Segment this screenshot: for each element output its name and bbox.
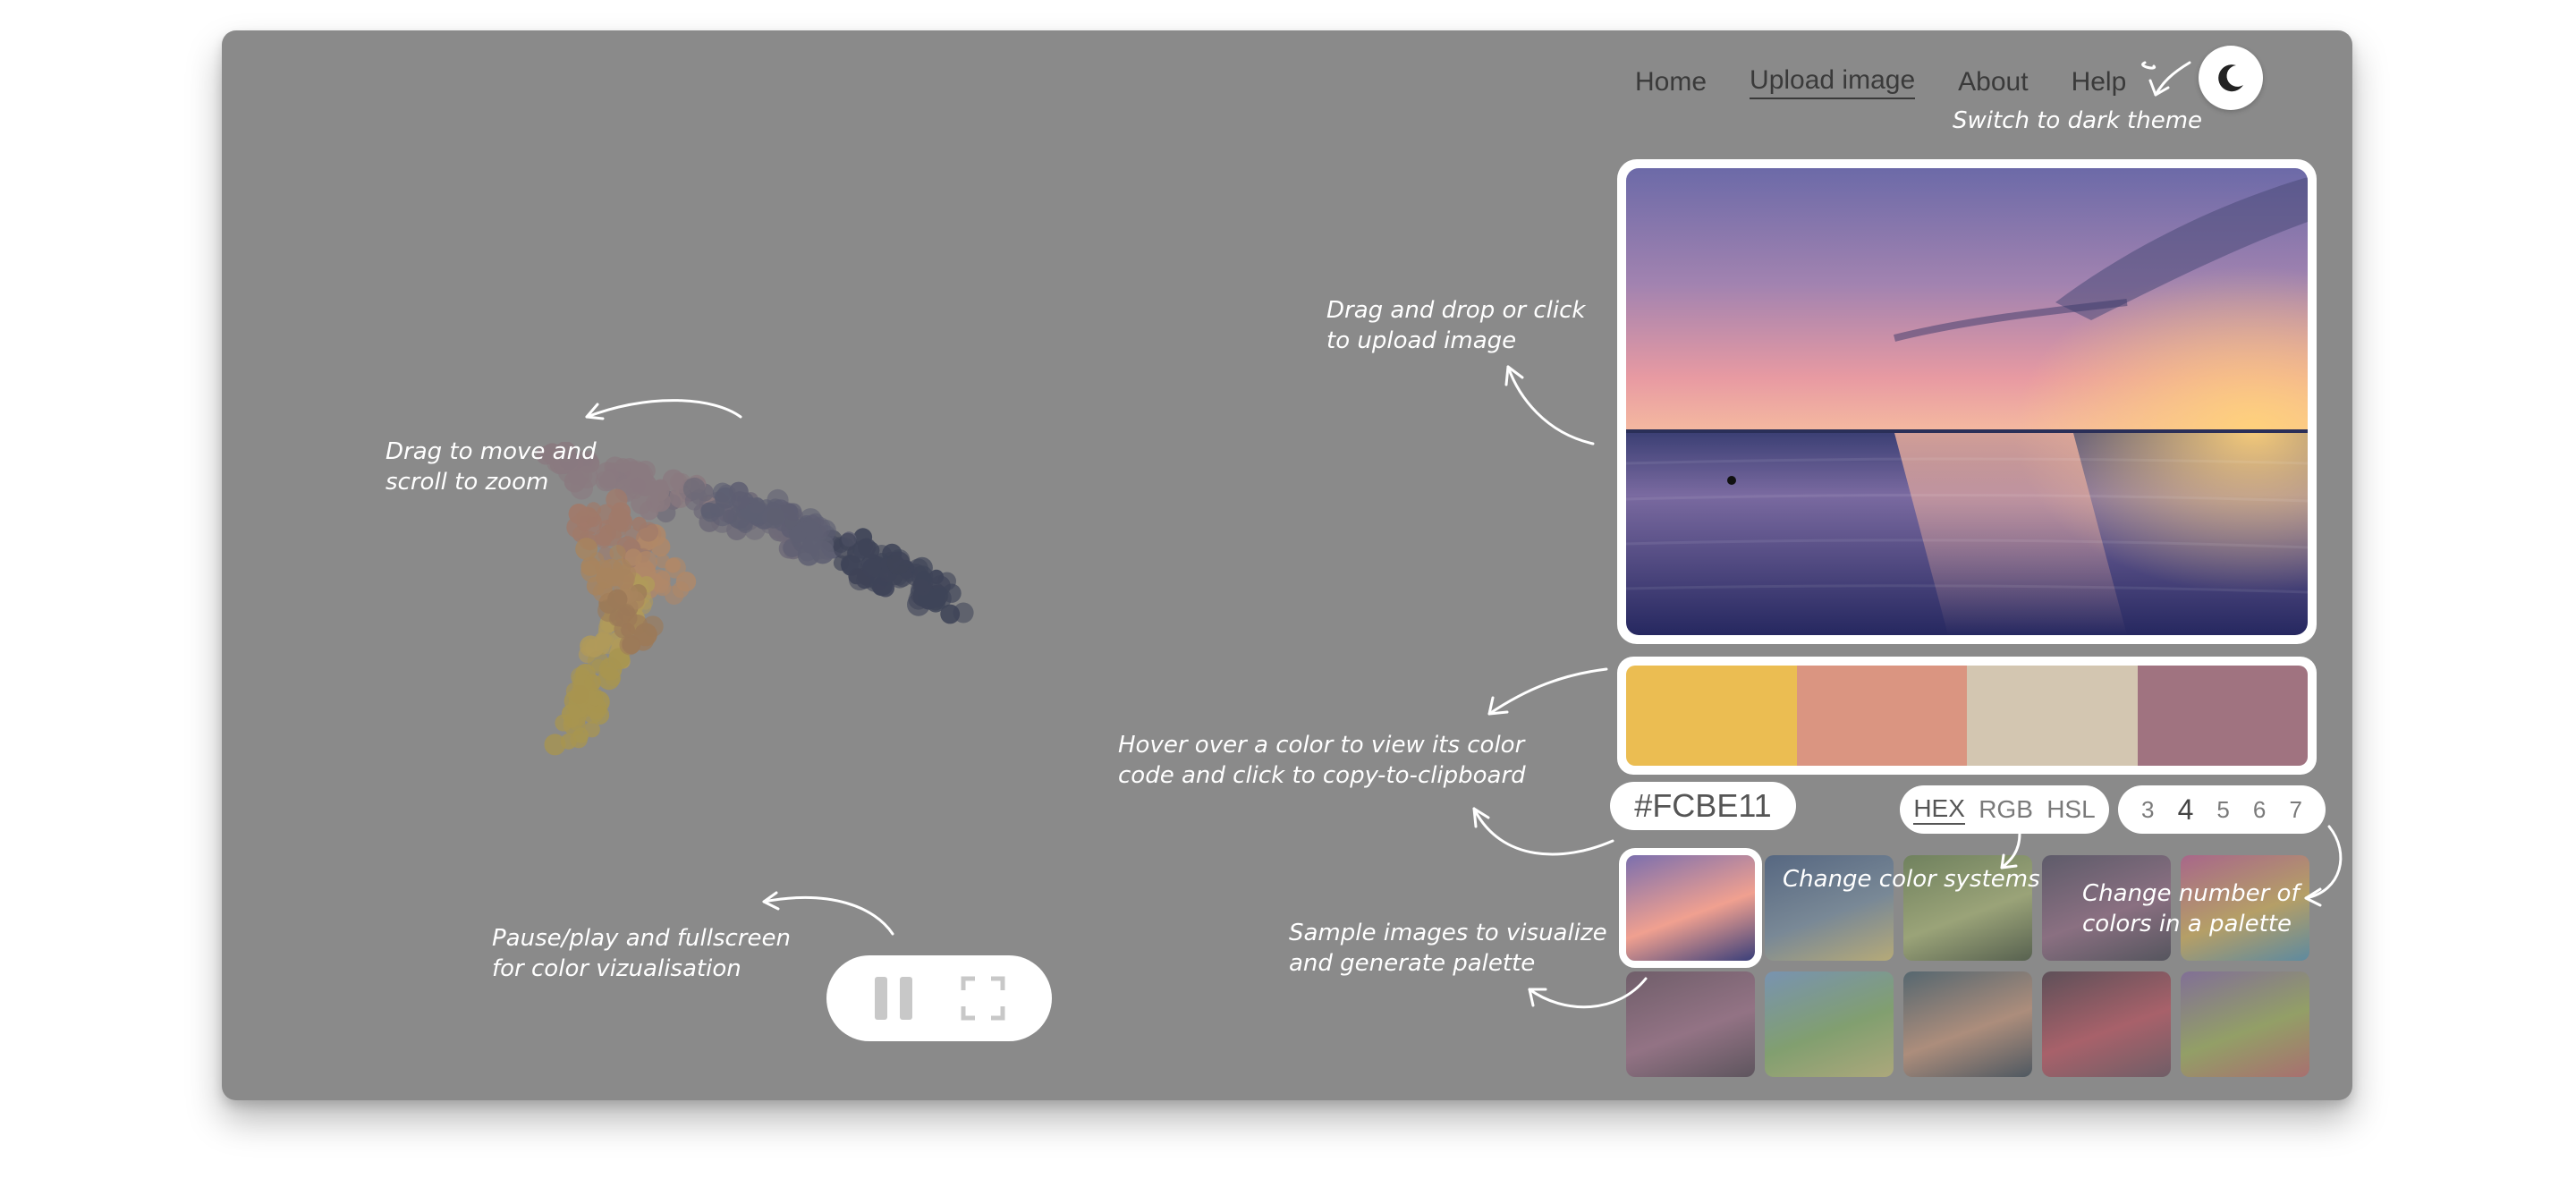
pause-icon [875, 977, 912, 1020]
palette-swatch-4[interactable] [2137, 666, 2308, 766]
color-count-selector: 3 4 5 6 7 [2118, 785, 2326, 834]
fullscreen-button[interactable] [961, 976, 1005, 1021]
color-count-7[interactable]: 7 [2289, 796, 2301, 824]
sample-thumbnail-pink-blossoms[interactable] [1626, 971, 1755, 1077]
color-palette [1617, 657, 2317, 775]
color-count-3[interactable]: 3 [2141, 796, 2154, 824]
moon-icon [2218, 64, 2243, 92]
palette-swatch-3[interactable] [1967, 666, 2138, 766]
theme-toggle-button[interactable] [2199, 46, 2263, 110]
color-count-6[interactable]: 6 [2253, 796, 2266, 824]
annotation-theme: Switch to dark theme [1953, 107, 2203, 134]
color-count-5[interactable]: 5 [2216, 796, 2229, 824]
palette-swatch-2[interactable] [1796, 666, 1967, 766]
color-system-selector: HEX RGB HSL [1900, 785, 2109, 834]
sample-thumbnail-forest-lake[interactable] [1903, 971, 2032, 1077]
app-window: Home Upload image About Help #FCBE11 HEX… [222, 30, 2352, 1100]
pause-button[interactable] [873, 975, 914, 1022]
color-point-cloud[interactable] [490, 442, 1116, 853]
color-system-hsl[interactable]: HSL [2046, 795, 2095, 824]
fullscreen-icon [961, 976, 1005, 1021]
annotation-count: Change number of colors in a palette [2082, 880, 2300, 937]
annotation-systems: Change color systems [1783, 866, 2040, 893]
annotation-cloud: Drag to move and scroll to zoom [386, 438, 597, 496]
sample-thumbnail-city-night[interactable] [2042, 971, 2171, 1077]
annotation-hover: Hover over a color to view its color cod… [1118, 732, 1526, 789]
image-upload-dropzone[interactable] [1617, 159, 2317, 644]
sample-thumbnail-sunset-sea[interactable] [1619, 848, 1762, 968]
annotation-upload: Drag and drop or click to upload image [1326, 297, 1586, 354]
palette-swatch-1[interactable] [1626, 666, 1797, 766]
sample-thumbnail-rainbow-blur[interactable] [2181, 971, 2309, 1077]
nav-help[interactable]: Help [2072, 67, 2127, 98]
sample-thumbnail-tree-field[interactable] [1765, 971, 1894, 1077]
color-count-4[interactable]: 4 [2178, 793, 2194, 827]
color-code-display[interactable]: #FCBE11 [1610, 782, 1796, 830]
main-nav: Home Upload image About Help [1635, 57, 2126, 107]
uploaded-image [1626, 168, 2308, 635]
annotation-samples: Sample images to visualize and generate … [1289, 920, 1607, 977]
nav-home[interactable]: Home [1635, 67, 1707, 98]
nav-about[interactable]: About [1958, 67, 2028, 98]
playback-controls [826, 955, 1052, 1041]
color-system-hex[interactable]: HEX [1913, 794, 1965, 825]
nav-upload-image[interactable]: Upload image [1750, 65, 1916, 99]
annotation-playback: Pause/play and fullscreen for color vizu… [492, 925, 791, 982]
color-system-rgb[interactable]: RGB [1979, 795, 2033, 824]
